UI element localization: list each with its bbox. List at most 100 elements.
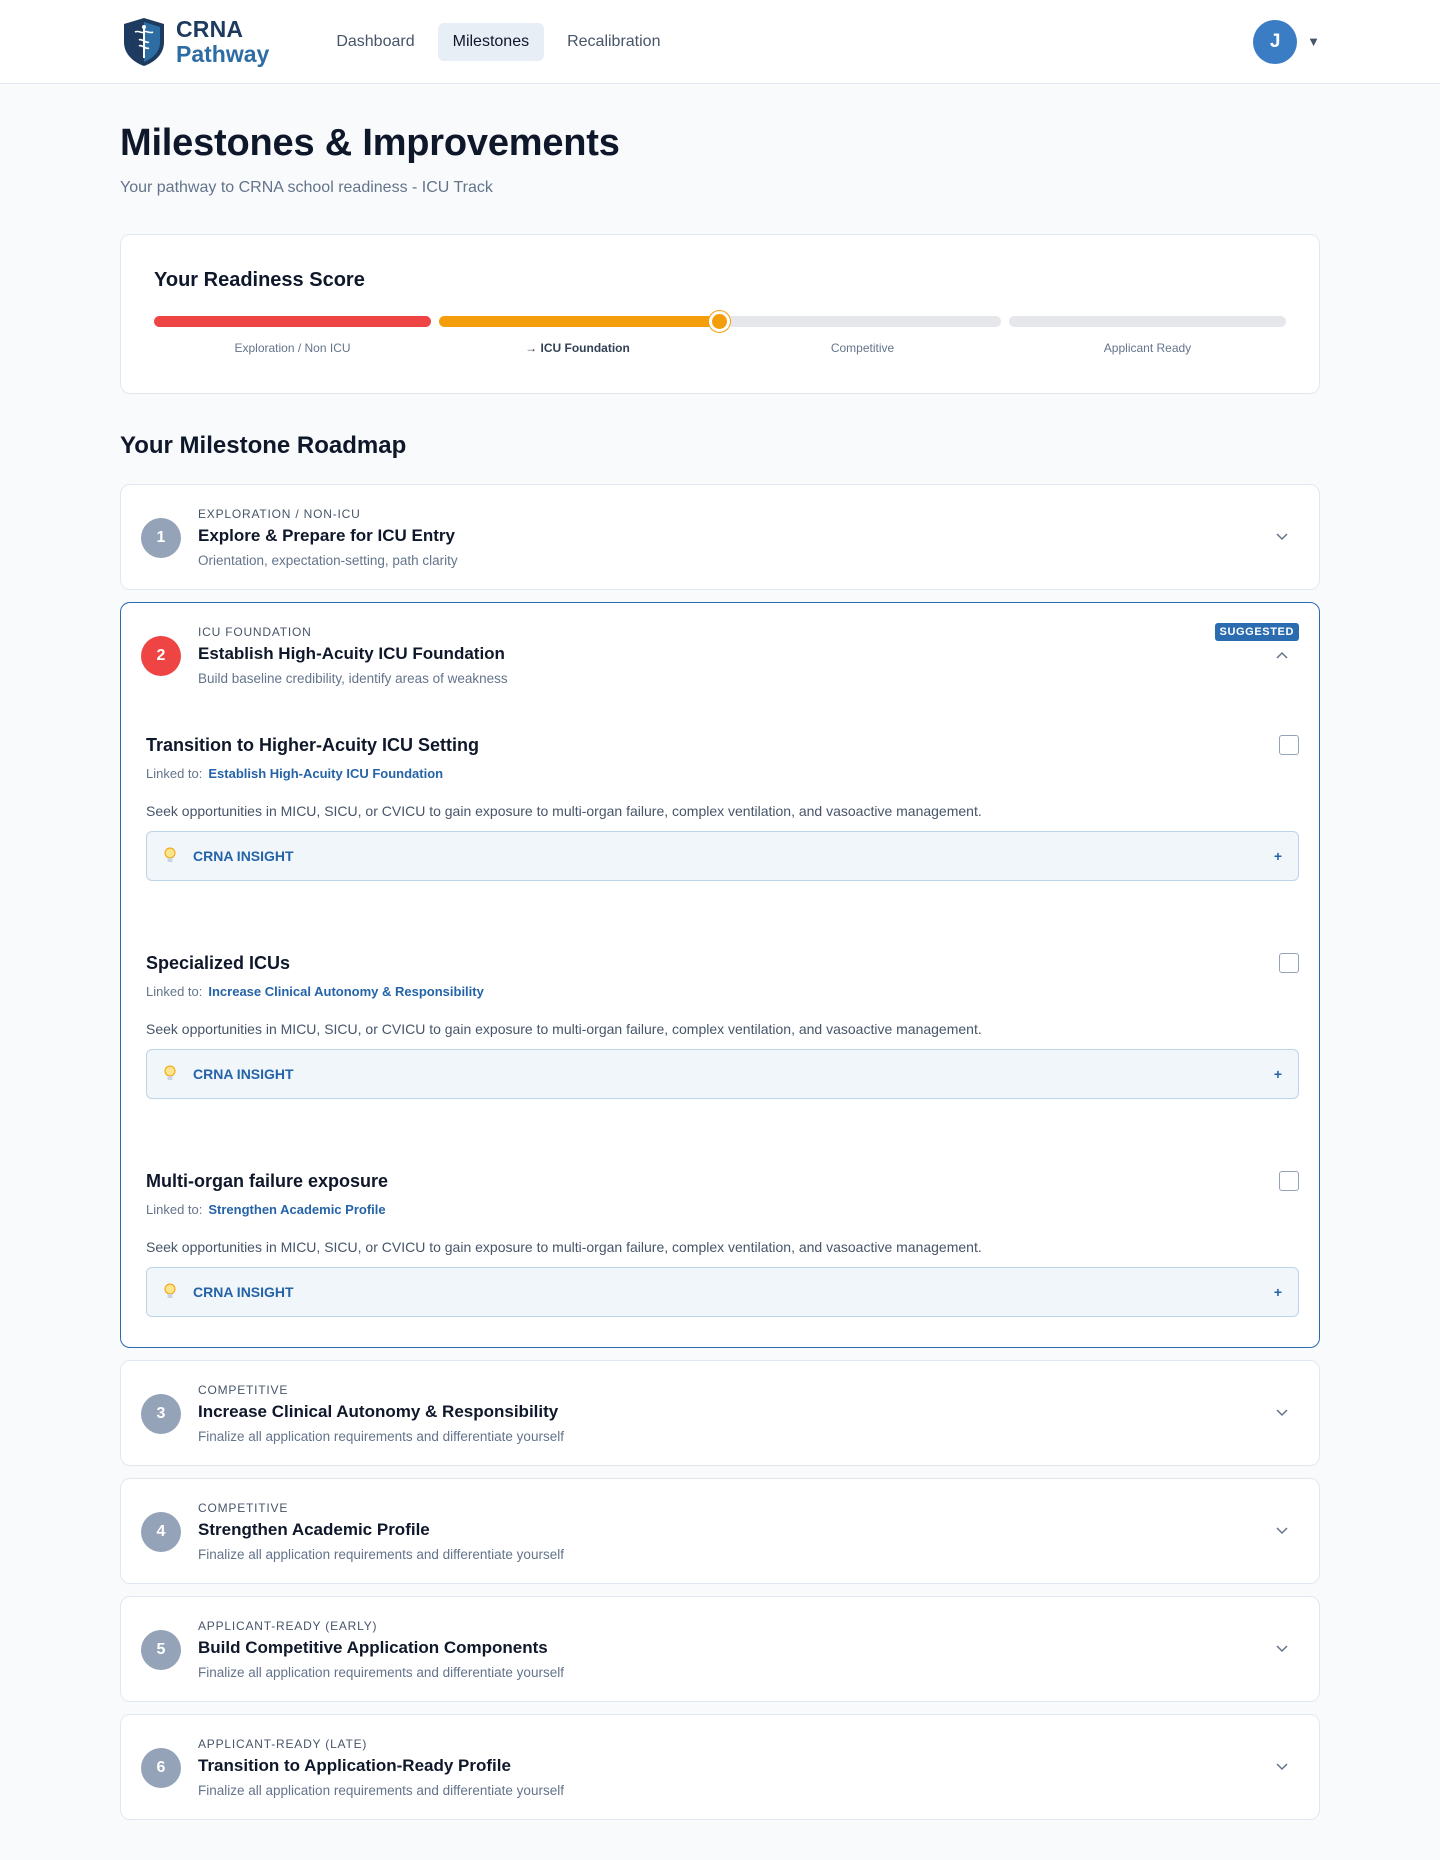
stage-label-current: → ICU Foundation <box>525 341 630 355</box>
task-item: Transition to Higher-Acuity ICU Setting … <box>146 735 1299 953</box>
chevron-down-icon[interactable] <box>1275 1523 1289 1537</box>
readiness-score-card: Your Readiness Score Exploration / Non I… <box>120 234 1320 394</box>
milestone-stage-tag: COMPETITIVE <box>198 1383 289 1397</box>
stage-segment-exploration <box>154 316 431 327</box>
milestone-card-6[interactable]: 6 APPLICANT-READY (LATE) Transition to A… <box>120 1714 1320 1820</box>
stage-segment-icu-foundation <box>439 316 716 327</box>
lightbulb-icon <box>164 1065 176 1080</box>
task-title: Specialized ICUs <box>146 953 291 973</box>
insight-label: CRNA INSIGHT <box>193 1066 294 1082</box>
caduceus-shield-icon <box>124 17 164 66</box>
task-item: Specialized ICUs Linked to: Increase Clin… <box>146 953 1299 1171</box>
top-navigation-bar: CRNA Pathway Dashboard Milestones Recali… <box>0 0 1440 84</box>
chevron-up-icon[interactable] <box>1275 649 1289 663</box>
linked-milestone-link[interactable]: Establish High-Acuity ICU Foundation <box>208 766 443 781</box>
task-item: Multi-organ failure exposure Linked to: S… <box>146 1171 1299 1389</box>
roadmap-title: Your Milestone Roadmap <box>120 432 407 459</box>
avatar[interactable]: J <box>1253 19 1298 64</box>
milestone-stage-tag: EXPLORATION / NON-ICU <box>198 507 361 521</box>
milestone-description: Orientation, expectation-setting, path c… <box>198 553 458 568</box>
milestone-stage-tag: ICU FOUNDATION <box>198 625 312 639</box>
milestone-card-4[interactable]: 4 COMPETITIVE Strengthen Academic Profil… <box>120 1478 1320 1584</box>
brand-logo[interactable]: CRNA Pathway <box>120 16 269 68</box>
crna-insight-toggle[interactable]: CRNA INSIGHT + <box>146 1049 1299 1099</box>
milestone-number: 1 <box>141 518 181 558</box>
milestone-title: Establish High-Acuity ICU Foundation <box>198 644 505 663</box>
task-checkbox[interactable] <box>1279 953 1299 973</box>
nav-recalibration[interactable]: Recalibration <box>552 23 675 61</box>
milestone-number: 3 <box>141 1394 181 1434</box>
linked-label: Linked to: <box>146 1202 203 1217</box>
chevron-down-icon[interactable] <box>1275 529 1289 543</box>
milestone-card-1[interactable]: 1 EXPLORATION / NON-ICU Explore & Prepar… <box>120 484 1320 590</box>
expand-plus-icon[interactable]: + <box>1274 1284 1282 1300</box>
milestone-title: Explore & Prepare for ICU Entry <box>198 526 455 545</box>
brand-name-line1: CRNA <box>176 15 244 42</box>
milestone-title: Increase Clinical Autonomy & Responsibil… <box>198 1402 559 1421</box>
milestone-number: 5 <box>141 1630 181 1670</box>
milestone-number: 4 <box>141 1512 181 1552</box>
milestone-description: Finalize all application requirements an… <box>198 1783 564 1798</box>
milestone-title: Strengthen Academic Profile <box>198 1520 430 1539</box>
task-linked: Linked to: Establish High-Acuity ICU Foun… <box>146 766 1299 781</box>
milestone-description: Finalize all application requirements an… <box>198 1547 564 1562</box>
main-content: Milestones & Improvements Your pathway t… <box>120 84 1320 1820</box>
milestone-description: Finalize all application requirements an… <box>198 1665 564 1680</box>
main-nav: Dashboard Milestones Recalibration <box>321 22 675 61</box>
milestone-card-5[interactable]: 5 APPLICANT-READY (EARLY) Build Competit… <box>120 1596 1320 1702</box>
milestone-title: Build Competitive Application Components <box>198 1638 548 1657</box>
task-linked: Linked to: Strengthen Academic Profile <box>146 1202 1299 1217</box>
readiness-marker <box>709 311 730 332</box>
page-subtitle: Your pathway to CRNA school readiness - … <box>120 179 493 196</box>
caret-down-icon[interactable]: ▼ <box>1307 34 1320 49</box>
task-title: Transition to Higher-Acuity ICU Setting <box>146 735 480 755</box>
readiness-progress-bar <box>154 311 1286 332</box>
linked-label: Linked to: <box>146 984 203 999</box>
milestone-stage-tag: APPLICANT-READY (EARLY) <box>198 1619 378 1633</box>
task-checkbox[interactable] <box>1279 1171 1299 1191</box>
page-title: Milestones & Improvements <box>120 122 620 164</box>
milestone-stage-tag: COMPETITIVE <box>198 1501 289 1515</box>
task-description: Seek opportunities in MICU, SICU, or CVI… <box>146 1021 982 1037</box>
milestone-stage-tag: APPLICANT-READY (LATE) <box>198 1737 368 1751</box>
chevron-down-icon[interactable] <box>1275 1641 1289 1655</box>
milestone-description: Build baseline credibility, identify are… <box>198 671 508 686</box>
crna-insight-toggle[interactable]: CRNA INSIGHT + <box>146 831 1299 881</box>
nav-dashboard[interactable]: Dashboard <box>321 23 429 61</box>
stage-label: Competitive <box>830 341 895 355</box>
lightbulb-icon <box>164 847 176 862</box>
milestone-card-3[interactable]: 3 COMPETITIVE Increase Clinical Autonomy… <box>120 1360 1320 1466</box>
stage-segment-competitive <box>724 316 1001 327</box>
stage-labels: Exploration / Non ICU → ICU Foundation C… <box>154 341 1286 355</box>
task-title: Multi-organ failure exposure <box>146 1171 389 1191</box>
milestone-list: 1 EXPLORATION / NON-ICU Explore & Prepar… <box>120 484 1320 1820</box>
crna-insight-toggle[interactable]: CRNA INSIGHT + <box>146 1267 1299 1317</box>
linked-milestone-link[interactable]: Increase Clinical Autonomy & Responsibil… <box>208 984 483 999</box>
milestone-number: 6 <box>141 1748 181 1788</box>
stage-segment-applicant-ready <box>1009 316 1286 327</box>
chevron-down-icon[interactable] <box>1275 1405 1289 1419</box>
expand-plus-icon[interactable]: + <box>1274 1066 1282 1082</box>
insight-label: CRNA INSIGHT <box>193 1284 294 1300</box>
user-menu[interactable]: J ▼ <box>1253 19 1320 64</box>
linked-milestone-link[interactable]: Strengthen Academic Profile <box>208 1202 385 1217</box>
task-list: Transition to Higher-Acuity ICU Setting … <box>146 735 1299 1389</box>
chevron-down-icon[interactable] <box>1275 1759 1289 1773</box>
task-checkbox[interactable] <box>1279 735 1299 755</box>
milestone-number: 2 <box>141 636 181 676</box>
stage-label: Exploration / Non ICU <box>234 341 351 355</box>
task-description: Seek opportunities in MICU, SICU, or CVI… <box>146 1239 982 1255</box>
expand-plus-icon[interactable]: + <box>1274 848 1282 864</box>
insight-label: CRNA INSIGHT <box>193 848 294 864</box>
milestone-card-2: 2 ICU FOUNDATION Establish High-Acuity I… <box>120 602 1320 1348</box>
task-description: Seek opportunities in MICU, SICU, or CVI… <box>146 803 982 819</box>
task-linked: Linked to: Increase Clinical Autonomy & R… <box>146 984 1299 999</box>
stage-label: Applicant Ready <box>1103 341 1192 355</box>
milestone-description: Finalize all application requirements an… <box>198 1429 564 1444</box>
nav-milestones[interactable]: Milestones <box>437 22 545 61</box>
brand-name-line2: Pathway <box>176 40 270 67</box>
lightbulb-icon <box>164 1283 176 1298</box>
linked-label: Linked to: <box>146 766 203 781</box>
milestone-title: Transition to Application-Ready Profile <box>198 1756 511 1775</box>
readiness-title: Your Readiness Score <box>154 269 365 291</box>
